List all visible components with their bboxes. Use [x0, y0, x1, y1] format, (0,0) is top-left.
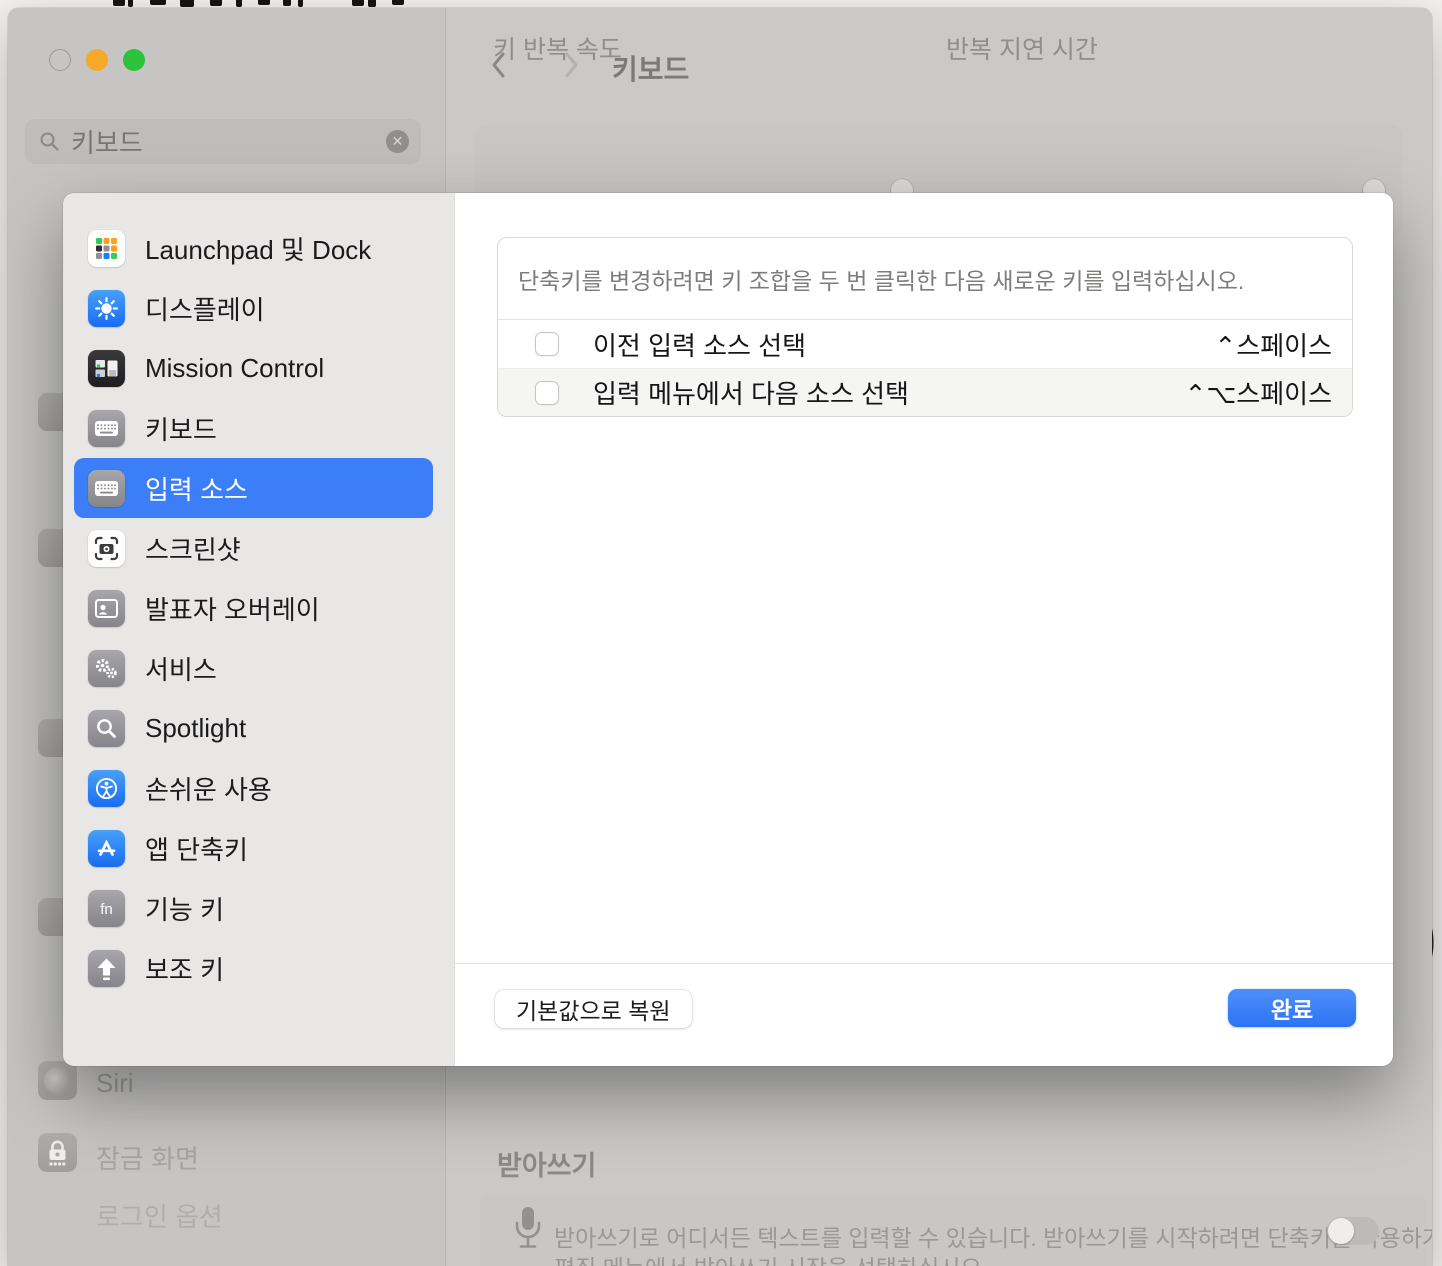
sidebar-item-function-keys[interactable]: fn 기능 키: [74, 878, 433, 938]
shortcut-label: 이전 입력 소스 선택: [593, 326, 806, 363]
background-text-fragment: [298, 0, 303, 7]
function-keys-icon: fn: [88, 890, 125, 927]
background-text-fragment: [210, 0, 222, 6]
spotlight-icon: [88, 710, 125, 747]
sidebar-item-accessibility[interactable]: 손쉬운 사용: [74, 758, 433, 818]
sidebar-item-login-options[interactable]: 로그인 옵션: [96, 1197, 223, 1234]
launchpad-icon: [88, 230, 125, 267]
restore-defaults-button[interactable]: 기본값으로 복원: [495, 990, 692, 1028]
sidebar-item-label: 서비스: [145, 650, 217, 687]
sidebar-item-input-sources[interactable]: 입력 소스: [74, 458, 433, 518]
page-title: 키보드: [612, 48, 689, 88]
sidebar-item-services[interactable]: 서비스: [74, 638, 433, 698]
minimize-window-button[interactable]: [86, 49, 108, 71]
sidebar-item-label: 키보드: [145, 410, 217, 447]
sidebar-item-presenter-overlay[interactable]: 발표자 오버레이: [74, 578, 433, 638]
sidebar-item-label: 앱 단축키: [145, 830, 248, 867]
background-text-fragment: [368, 0, 376, 7]
close-window-button[interactable]: [49, 49, 71, 71]
shortcuts-table: 단축키를 변경하려면 키 조합을 두 번 클릭한 다음 새로운 키를 입력하십시…: [497, 237, 1353, 417]
key-repeat-label: 키 반복 속도: [493, 30, 622, 66]
shortcut-row[interactable]: 이전 입력 소스 선택 ⌃스페이스: [498, 320, 1352, 368]
instruction-text: 단축키를 변경하려면 키 조합을 두 번 클릭한 다음 새로운 키를 입력하십시…: [498, 238, 1352, 320]
search-value: 키보드: [71, 123, 386, 160]
background-text-fragment: [392, 0, 404, 5]
background-text-fragment: [128, 0, 133, 7]
background-text-fragment: [180, 0, 194, 7]
sidebar-item-spotlight[interactable]: Spotlight: [74, 698, 433, 758]
sidebar-item-label: Launchpad 및 Dock: [145, 230, 371, 267]
display-icon: [88, 290, 125, 327]
background-text-fragment: [258, 0, 270, 5]
shortcut-label: 입력 메뉴에서 다음 소스 선택: [593, 374, 909, 411]
services-icon: [88, 650, 125, 687]
app-shortcuts-icon: [88, 830, 125, 867]
mission-control-icon: [88, 350, 125, 387]
shortcuts-category-list: Launchpad 및 Dock 디스플레이 Mission Control 키보드입…: [63, 193, 455, 1066]
sidebar-item-label: 기능 키: [145, 890, 224, 927]
sidebar-item-display[interactable]: 디스플레이: [74, 278, 433, 338]
sidebar-item-label: 스크린샷: [145, 530, 241, 567]
sidebar-item-label: Spotlight: [145, 713, 246, 744]
microphone-icon: [513, 1205, 543, 1257]
screenshot-icon: [88, 530, 125, 567]
modifier-keys-icon: [88, 950, 125, 987]
background-text-fragment: [283, 0, 291, 6]
search-input[interactable]: 키보드 ✕: [25, 119, 421, 164]
dictation-description-line1: 받아쓰기로 어디서든 텍스트를 입력할 수 있습니다. 받아쓰기를 시작하려면 …: [554, 1219, 1432, 1253]
sidebar-item-lock-screen[interactable]: 잠금 화면: [96, 1139, 199, 1176]
sidebar-item-siri[interactable]: Siri: [96, 1068, 134, 1099]
clear-search-icon[interactable]: ✕: [386, 130, 409, 153]
sidebar-item-launchpad-dock[interactable]: Launchpad 및 Dock: [74, 218, 433, 278]
svg-text:fn: fn: [100, 901, 113, 918]
background-text-fragment: [113, 0, 125, 6]
keyboard-shortcuts-sheet: Launchpad 및 Dock디스플레이Mission Control키보드입…: [63, 193, 1393, 1066]
presenter-overlay-icon: [88, 590, 125, 627]
sidebar-item-app-shortcuts[interactable]: 앱 단축키: [74, 818, 433, 878]
sidebar-item-label: Mission Control: [145, 353, 324, 384]
keyboard-icon: [88, 470, 125, 507]
shortcut-keys[interactable]: ⌃⌥스페이스: [1185, 374, 1332, 411]
shortcuts-detail-pane: 단축키를 변경하려면 키 조합을 두 번 클릭한 다음 새로운 키를 입력하십시…: [455, 193, 1393, 1066]
repeat-delay-label: 반복 지연 시간: [946, 30, 1098, 66]
sidebar-item-mission-control[interactable]: Mission Control: [74, 338, 433, 398]
background-text-fragment: [352, 0, 364, 6]
sidebar-item-modifier-keys[interactable]: 보조 키: [74, 938, 433, 998]
shortcut-keys[interactable]: ⌃스페이스: [1215, 326, 1332, 363]
search-icon: [39, 131, 60, 152]
background-text-fragment: [236, 0, 242, 7]
sidebar-item-label: 손쉬운 사용: [145, 770, 272, 807]
done-button[interactable]: 완료: [1228, 989, 1356, 1027]
shortcut-row[interactable]: 입력 메뉴에서 다음 소스 선택 ⌃⌥스페이스: [498, 368, 1352, 416]
sidebar-item-label: 입력 소스: [145, 470, 248, 507]
dictation-description-line2: 편집 메뉴에서 받아쓰기 시작을 선택하십시오.: [554, 1249, 988, 1266]
siri-icon: [38, 1061, 77, 1100]
footer-divider: [455, 963, 1393, 964]
lock-screen-icon: [38, 1133, 77, 1172]
shortcut-enabled-checkbox[interactable]: [535, 332, 559, 356]
dictation-toggle[interactable]: [1327, 1217, 1379, 1245]
dictation-heading: 받아쓰기: [497, 1144, 596, 1183]
sidebar-item-keyboard[interactable]: 키보드: [74, 398, 433, 458]
sidebar-item-label: 발표자 오버레이: [145, 590, 320, 627]
background-text-fragment: [150, 0, 166, 5]
sidebar-item-label: 디스플레이: [145, 290, 265, 327]
zoom-window-button[interactable]: [123, 49, 145, 71]
sidebar-item-screenshots[interactable]: 스크린샷: [74, 518, 433, 578]
keyboard-icon: [88, 410, 125, 447]
sidebar-item-label: 보조 키: [145, 950, 224, 987]
shortcut-enabled-checkbox[interactable]: [535, 381, 559, 405]
accessibility-icon: [88, 770, 125, 807]
